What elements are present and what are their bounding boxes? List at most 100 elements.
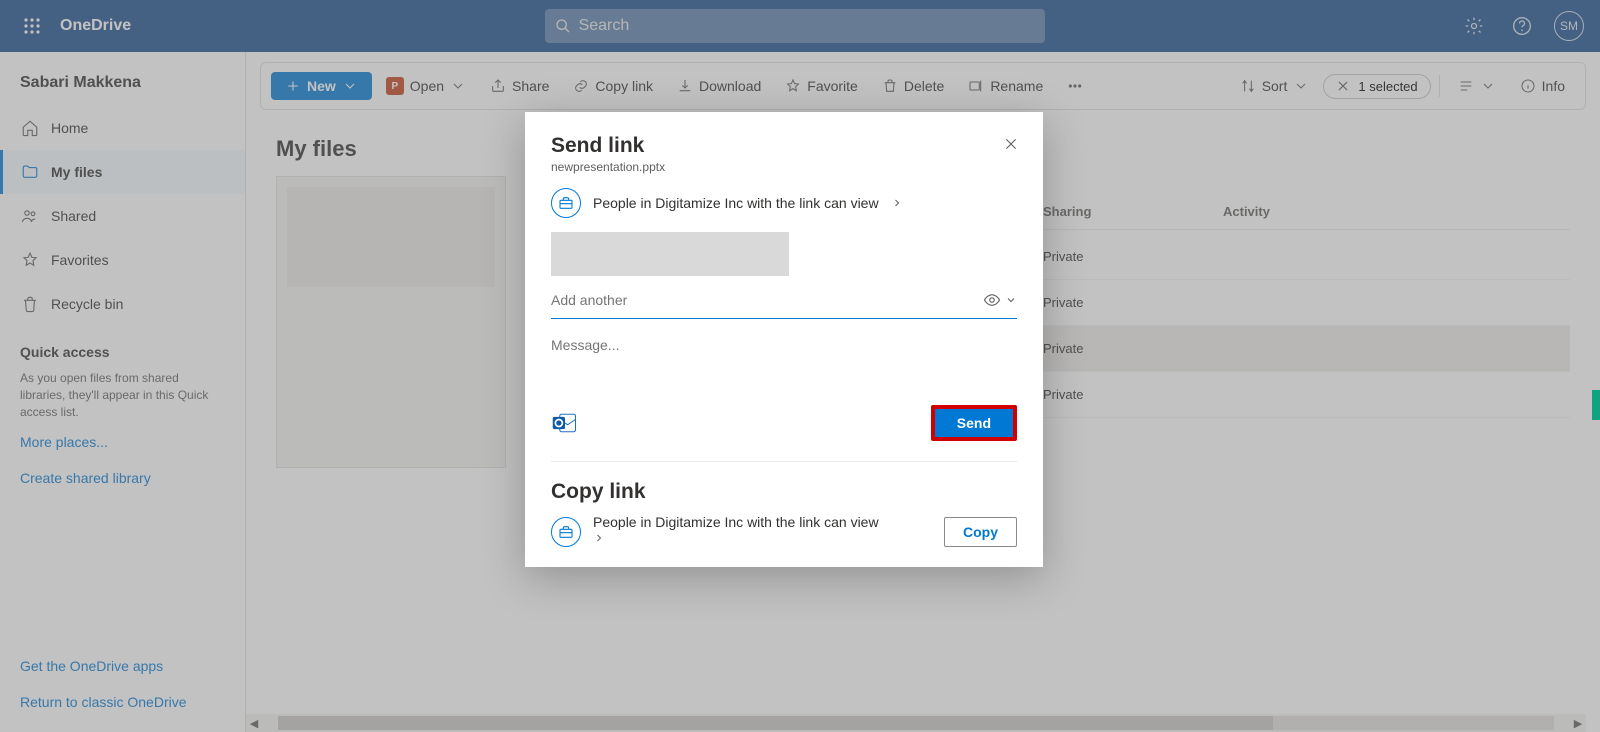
user-name-label: Sabari Makkena [0, 64, 245, 106]
copy-permission-text: People in Digitamize Inc with the link c… [593, 514, 879, 530]
help-icon[interactable] [1506, 10, 1538, 42]
list-icon [1458, 78, 1474, 94]
trash-icon [21, 295, 39, 313]
permission-selector[interactable]: People in Digitamize Inc with the link c… [551, 188, 1017, 218]
close-icon[interactable] [1336, 79, 1350, 93]
chevron-down-icon [1480, 78, 1496, 94]
add-recipient-input[interactable] [551, 288, 983, 312]
scroll-left-arrow[interactable]: ◀ [246, 717, 262, 730]
info-icon [1520, 78, 1536, 94]
delete-button-label: Delete [904, 78, 944, 94]
col-activity[interactable]: Activity [1223, 204, 1570, 219]
file-preview-card[interactable] [276, 176, 506, 468]
sidebar-item-favorites[interactable]: Favorites [0, 238, 245, 282]
open-button-label: Open [410, 78, 444, 94]
permission-text: People in Digitamize Inc with the link c… [593, 195, 879, 211]
delete-button[interactable]: Delete [872, 72, 954, 100]
search-icon [555, 18, 571, 34]
share-button[interactable]: Share [480, 72, 559, 100]
scroll-thumb[interactable] [278, 716, 1273, 730]
favorite-button[interactable]: Favorite [775, 72, 868, 100]
search-placeholder: Search [579, 17, 630, 35]
dialog-title: Send link [551, 134, 1017, 158]
sidebar-item-label: Home [51, 120, 88, 136]
home-icon [21, 119, 39, 137]
new-button[interactable]: New [271, 72, 372, 100]
chevron-down-icon [1293, 78, 1309, 94]
feedback-tab[interactable] [1592, 390, 1600, 420]
close-icon[interactable] [997, 130, 1025, 158]
download-button-label: Download [699, 78, 761, 94]
plus-icon [285, 78, 301, 94]
send-link-dialog: Send link newpresentation.pptx People in… [525, 112, 1043, 567]
download-button[interactable]: Download [667, 72, 771, 100]
quick-access-title: Quick access [0, 326, 245, 366]
people-icon [21, 207, 39, 225]
copylink-button[interactable]: Copy link [563, 72, 663, 100]
dialog-divider [551, 461, 1017, 462]
settings-icon[interactable] [1458, 10, 1490, 42]
chevron-down-icon [1005, 294, 1017, 306]
cell-sharing: Private [1043, 249, 1223, 264]
col-sharing[interactable]: Sharing [1043, 204, 1223, 219]
outlook-icon [551, 409, 579, 437]
sidebar-item-label: Recycle bin [51, 296, 123, 312]
sidebar-item-myfiles[interactable]: My files [0, 150, 245, 194]
return-classic-link[interactable]: Return to classic OneDrive [0, 684, 245, 720]
briefcase-icon [551, 188, 581, 218]
eye-icon [983, 291, 1001, 309]
powerpoint-icon: P [386, 77, 404, 95]
view-button[interactable] [1448, 72, 1506, 100]
sidebar-item-home[interactable]: Home [0, 106, 245, 150]
selection-pill[interactable]: 1 selected [1323, 74, 1430, 99]
share-button-label: Share [512, 78, 549, 94]
preview-placeholder [287, 187, 495, 287]
overflow-button[interactable] [1057, 72, 1093, 100]
horizontal-scrollbar[interactable]: ◀ ▶ [246, 714, 1586, 732]
selection-count-label: 1 selected [1358, 79, 1417, 94]
share-icon [490, 78, 506, 94]
briefcase-icon [551, 517, 581, 547]
folder-icon [21, 163, 39, 181]
account-avatar[interactable]: SM [1554, 11, 1584, 41]
rename-button-label: Rename [990, 78, 1043, 94]
search-input[interactable]: Search [545, 9, 1045, 43]
message-input[interactable] [551, 333, 1017, 357]
download-icon [677, 78, 693, 94]
sort-icon [1240, 78, 1256, 94]
sidebar-item-recyclebin[interactable]: Recycle bin [0, 282, 245, 326]
info-button-label: Info [1542, 78, 1565, 94]
permission-dropdown[interactable] [983, 291, 1017, 309]
toolbar-separator [1439, 75, 1440, 97]
chevron-right-icon[interactable] [593, 532, 605, 544]
quick-access-desc: As you open files from shared libraries,… [0, 366, 245, 424]
sidebar: Sabari Makkena Home My files Shared Favo… [0, 52, 246, 732]
copy-button[interactable]: Copy [944, 517, 1017, 547]
chevron-down-icon [450, 78, 466, 94]
send-button[interactable]: Send [935, 409, 1013, 437]
cell-sharing: Private [1043, 387, 1223, 402]
cell-sharing: Private [1043, 295, 1223, 310]
info-button[interactable]: Info [1510, 72, 1575, 100]
command-bar: New P Open Share Copy link Download [260, 62, 1586, 110]
star-icon [785, 78, 801, 94]
rename-button[interactable]: Rename [958, 72, 1053, 100]
cell-sharing: Private [1043, 341, 1223, 356]
favorite-button-label: Favorite [807, 78, 858, 94]
create-library-link[interactable]: Create shared library [0, 460, 245, 496]
sidebar-item-label: Shared [51, 208, 96, 224]
sidebar-item-label: Favorites [51, 252, 109, 268]
sidebar-item-shared[interactable]: Shared [0, 194, 245, 238]
chevron-down-icon [342, 78, 358, 94]
new-button-label: New [307, 78, 336, 94]
copylink-button-label: Copy link [595, 78, 653, 94]
get-apps-link[interactable]: Get the OneDrive apps [0, 648, 245, 684]
scroll-right-arrow[interactable]: ▶ [1570, 717, 1586, 730]
recipient-chip[interactable] [551, 232, 789, 276]
more-places-link[interactable]: More places... [0, 424, 245, 460]
link-icon [573, 78, 589, 94]
sort-button[interactable]: Sort [1230, 72, 1320, 100]
open-button[interactable]: P Open [376, 71, 476, 101]
trash-icon [882, 78, 898, 94]
app-launcher-icon[interactable] [8, 2, 56, 50]
